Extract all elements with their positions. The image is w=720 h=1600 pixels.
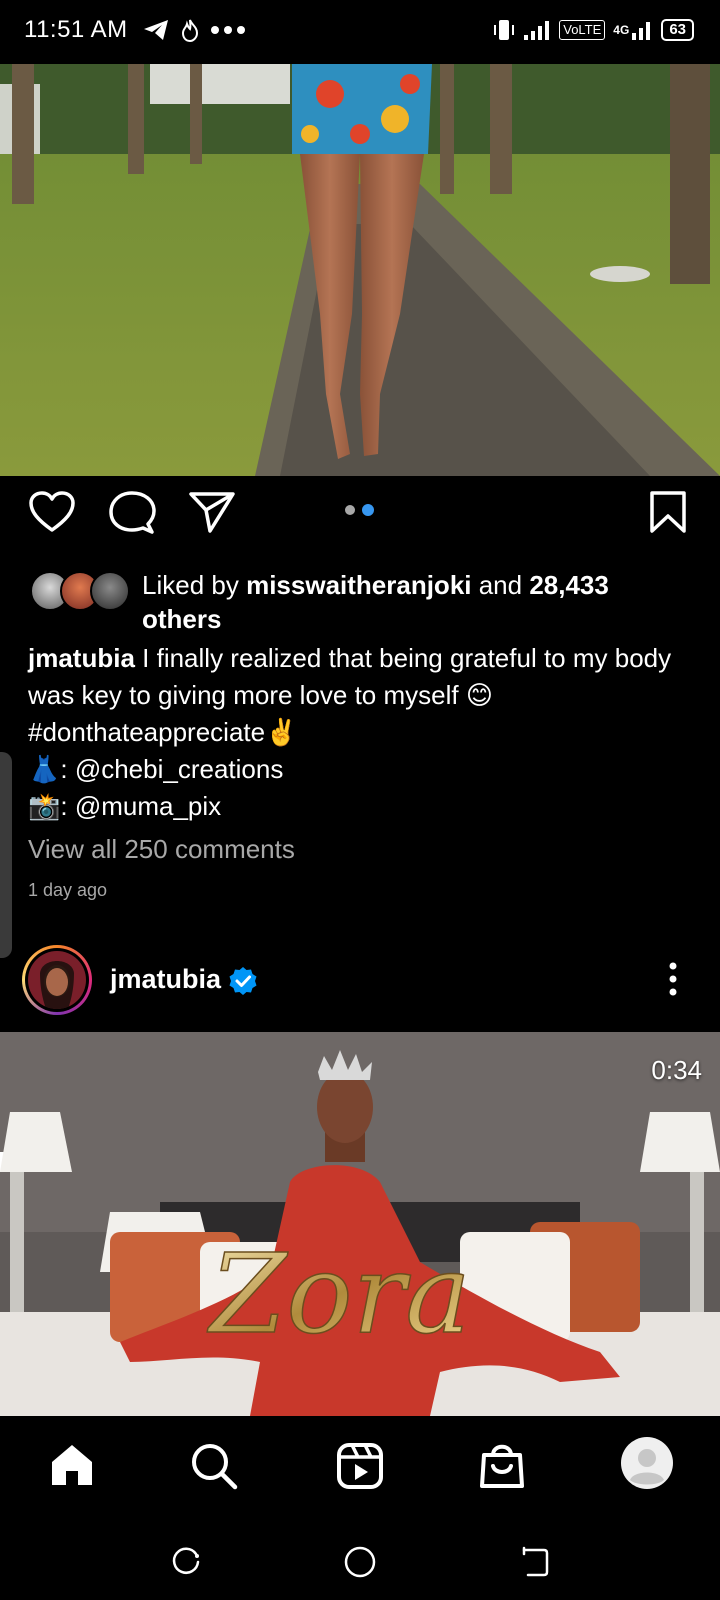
search-icon[interactable] xyxy=(190,1442,238,1490)
credit-dress-emoji: 👗 xyxy=(28,754,61,784)
back-icon[interactable] xyxy=(518,1546,550,1578)
post-video[interactable]: Zora xyxy=(0,1032,720,1416)
video-title-overlay: Zora xyxy=(207,1230,471,1358)
post-options-icon[interactable] xyxy=(668,962,678,996)
home-circle-icon[interactable] xyxy=(344,1546,376,1578)
verified-badge-icon xyxy=(229,967,257,995)
edge-panel-handle[interactable] xyxy=(0,752,12,958)
view-all-comments-link[interactable]: View all 250 comments xyxy=(28,834,295,865)
status-bar: 11:51 AM VoLTE 4G 63 xyxy=(0,0,720,64)
post-caption: jmatubia I finally realized that being g… xyxy=(28,640,688,825)
liker-username[interactable]: misswaitheranjoki xyxy=(246,570,471,600)
post-photo-illustration xyxy=(0,64,720,476)
carousel-dot xyxy=(345,505,355,515)
caption-username[interactable]: jmatubia xyxy=(28,643,135,673)
network-gen-label: 4G xyxy=(613,23,630,37)
likers-avatars[interactable] xyxy=(30,571,130,611)
volte-badge: VoLTE xyxy=(559,20,606,40)
likes-prefix: Liked by xyxy=(142,570,247,600)
post-photo[interactable] xyxy=(0,64,720,476)
status-time: 11:51 AM xyxy=(24,16,128,43)
carousel-dot-active xyxy=(362,504,374,516)
reels-icon[interactable] xyxy=(336,1442,384,1490)
avatar-photo xyxy=(28,951,86,1009)
signal-4g-icon xyxy=(632,22,651,40)
comment-bubble-icon[interactable] xyxy=(108,490,156,536)
likes-suffix[interactable]: others xyxy=(142,604,221,634)
vibrate-icon xyxy=(494,20,515,40)
more-dots-icon xyxy=(211,26,245,34)
bottom-navigation-bar xyxy=(0,1416,720,1524)
caption-hashtag[interactable]: #donthateappreciate✌️ xyxy=(28,717,297,747)
fire-icon xyxy=(181,19,199,42)
video-duration-label: 0:34 xyxy=(651,1055,702,1085)
credit-camera-mention[interactable]: : @muma_pix xyxy=(60,791,221,821)
likes-summary[interactable]: Liked by misswaitheranjoki and 28,433 oth… xyxy=(142,568,662,636)
shop-bag-icon[interactable] xyxy=(478,1440,526,1490)
credit-dress-mention[interactable]: : @chebi_creations xyxy=(60,754,283,784)
status-system-icons: VoLTE 4G 63 xyxy=(493,18,694,42)
battery-indicator: 63 xyxy=(661,19,694,41)
carousel-dots xyxy=(345,504,374,516)
credit-camera-emoji: 📸 xyxy=(28,791,61,821)
home-icon[interactable] xyxy=(48,1442,96,1488)
recent-apps-icon[interactable] xyxy=(170,1546,202,1578)
post-timestamp: 1 day ago xyxy=(28,880,108,900)
signal-icon xyxy=(524,21,550,40)
post-action-row xyxy=(0,476,720,562)
telegram-icon xyxy=(144,20,168,40)
status-notification-icons xyxy=(142,18,246,42)
post-video-illustration: Zora xyxy=(0,1032,720,1416)
post-author-avatar[interactable] xyxy=(22,945,92,1015)
system-navigation-bar xyxy=(0,1524,720,1600)
likes-count[interactable]: 28,433 xyxy=(529,570,609,600)
liker-avatar xyxy=(90,571,130,611)
post-author-username[interactable]: jmatubia xyxy=(110,964,221,995)
profile-avatar-icon[interactable] xyxy=(620,1436,674,1490)
like-heart-icon[interactable] xyxy=(28,490,76,534)
save-bookmark-icon[interactable] xyxy=(648,490,688,534)
likes-middle: and xyxy=(471,570,530,600)
share-send-icon[interactable] xyxy=(188,490,236,534)
